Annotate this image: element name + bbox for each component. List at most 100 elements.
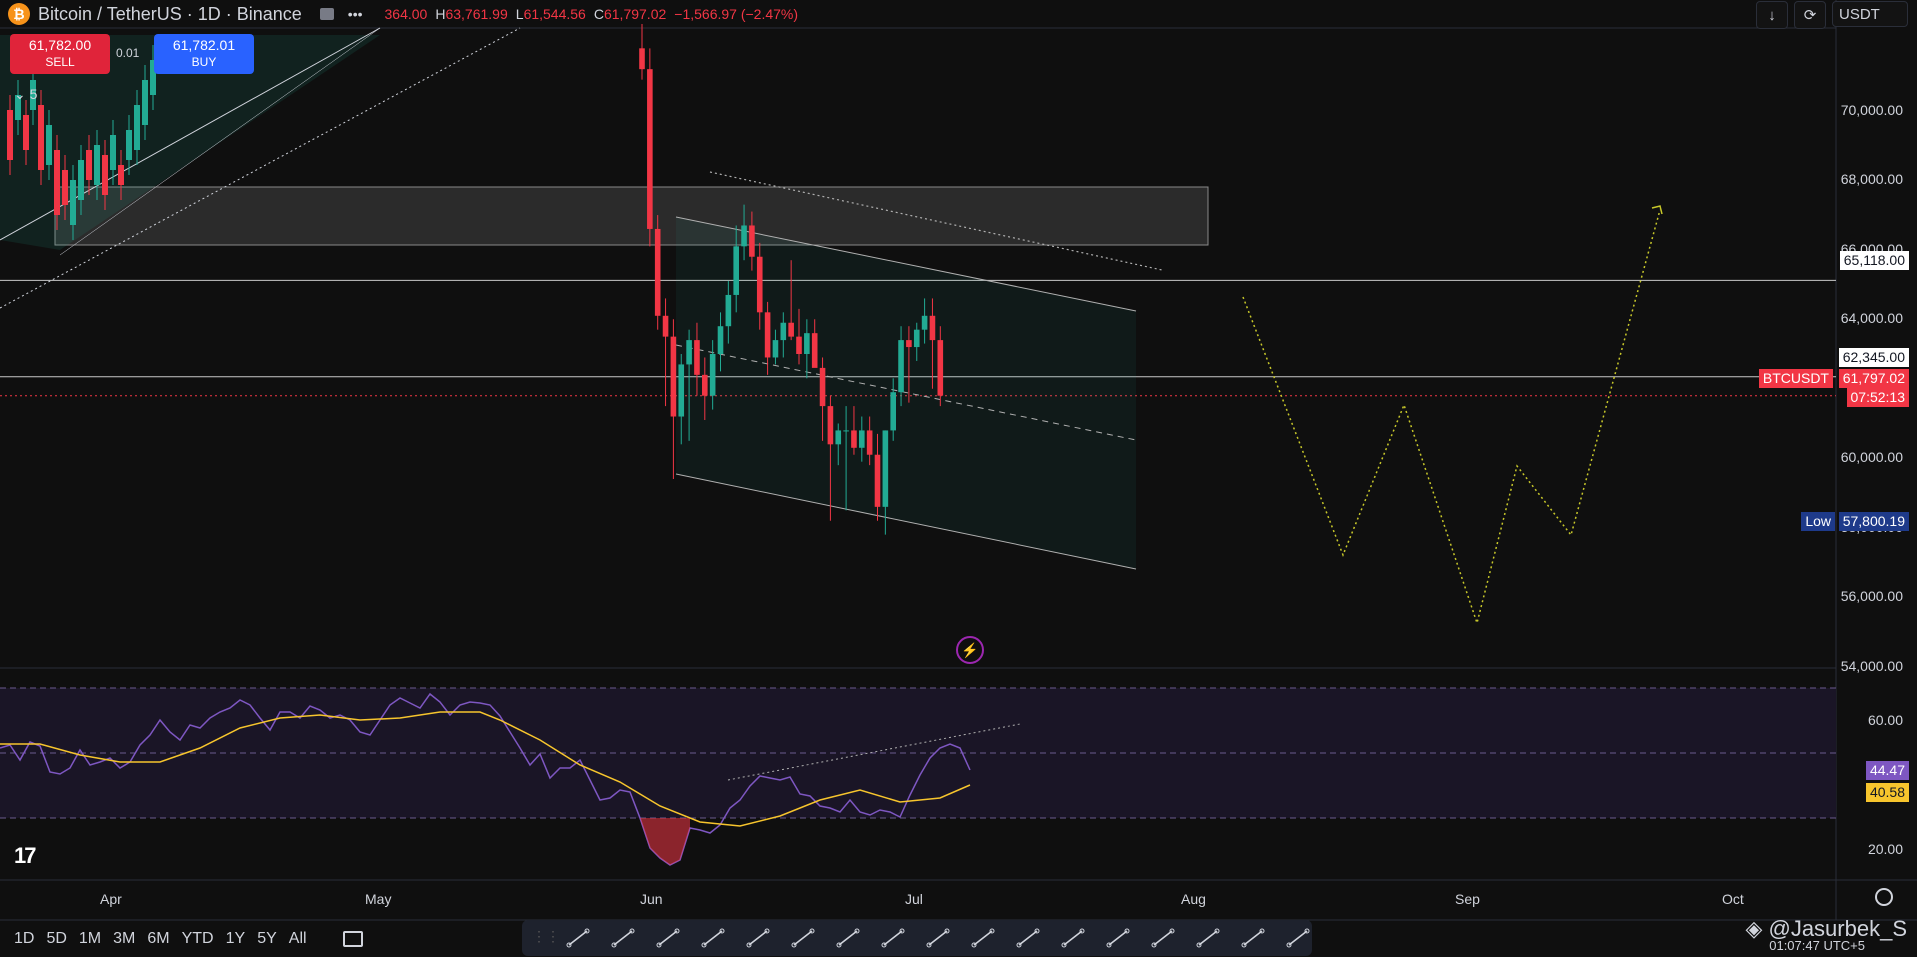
- candle-body: [23, 115, 29, 150]
- candle-body: [86, 150, 92, 180]
- candle-body: [118, 165, 124, 185]
- candle-body: [890, 392, 896, 431]
- ohlc-high: 63,761.99: [445, 6, 508, 22]
- time-tick-sep: Sep: [1455, 891, 1480, 907]
- candle-body: [898, 340, 904, 393]
- candle-body: [142, 80, 148, 125]
- horizontal-line-icon[interactable]: [701, 928, 725, 948]
- candle-body: [906, 340, 912, 348]
- candle-body: [804, 333, 810, 354]
- calendar-icon[interactable]: [342, 930, 363, 947]
- trendline-tool-icon[interactable]: [566, 928, 590, 948]
- short-position-icon[interactable]: [1061, 928, 1085, 948]
- rectangle-tool-icon[interactable]: [836, 928, 860, 948]
- ohlc-close-label: C: [593, 6, 604, 22]
- rsi-tick-20: 20.00: [1867, 841, 1903, 857]
- currency-selector[interactable]: USDT: [1832, 1, 1908, 27]
- candle-body: [866, 430, 873, 455]
- range-button-1d[interactable]: 1D: [8, 930, 40, 948]
- range-button-ytd[interactable]: YTD: [176, 930, 220, 948]
- download-icon[interactable]: ↓: [1756, 1, 1788, 29]
- ohlc-low: 61,544.56: [523, 6, 586, 22]
- eye-icon[interactable]: [319, 8, 334, 20]
- range-button-1m[interactable]: 1M: [73, 930, 107, 948]
- candle-body: [94, 145, 100, 185]
- volume-profile-icon[interactable]: [1241, 928, 1265, 948]
- candle-body: [827, 406, 834, 445]
- candle-body: [882, 430, 889, 507]
- lightning-icon[interactable]: ⚡: [956, 636, 984, 664]
- brush-tool-icon[interactable]: [791, 928, 815, 948]
- candle-body: [851, 430, 857, 448]
- bitcoin-icon: ₿: [8, 3, 30, 25]
- price-tag-62345: 62,345.00: [1838, 348, 1909, 367]
- fib-retracement-icon[interactable]: [926, 928, 950, 948]
- ohlc-high-label: H: [435, 6, 446, 22]
- candle-body: [788, 322, 794, 337]
- chart-header: ₿ Bitcoin / TetherUS · 1D · Binance ••• …: [0, 0, 1836, 28]
- candle-body: [70, 180, 76, 225]
- indicator-count: 5: [29, 86, 38, 102]
- range-button-6m[interactable]: 6M: [141, 930, 175, 948]
- candle-body: [110, 135, 116, 170]
- pitchfork-icon[interactable]: [1016, 928, 1040, 948]
- candle-body: [78, 160, 84, 200]
- candle-body: [7, 110, 13, 160]
- sell-price: 61,782.00: [28, 37, 92, 53]
- candle-body: [654, 228, 661, 316]
- price-tick: 64,000.00: [1840, 310, 1903, 327]
- path-tool-icon[interactable]: [881, 928, 905, 948]
- binance-icon: ◈: [1745, 916, 1763, 941]
- candle-body: [639, 48, 645, 70]
- more-icon[interactable]: •••: [348, 6, 363, 22]
- time-tick-apr: Apr: [100, 891, 122, 907]
- candle-body: [54, 150, 60, 215]
- candle-body: [647, 69, 653, 229]
- price-tick: 56,000.00: [1840, 588, 1903, 605]
- buy-label: BUY: [191, 55, 217, 69]
- rsi-ma-tag: 40.58: [1865, 783, 1909, 802]
- candle-body: [835, 430, 842, 445]
- chart-canvas[interactable]: [0, 0, 1917, 957]
- candle-body: [819, 367, 826, 407]
- range-button-5y[interactable]: 5Y: [251, 930, 283, 948]
- ray-tool-icon[interactable]: [611, 928, 635, 948]
- candle-body: [874, 454, 881, 507]
- currency-label: USDT: [1839, 5, 1880, 23]
- candle-body: [741, 225, 747, 247]
- projection-tool-icon[interactable]: [1196, 928, 1220, 948]
- parallel-channel-icon[interactable]: [656, 928, 680, 948]
- candle-body: [796, 336, 802, 354]
- elliott-wave-icon[interactable]: [1151, 928, 1175, 948]
- range-button-all[interactable]: All: [283, 930, 313, 948]
- xabcd-pattern-icon[interactable]: [1106, 928, 1130, 948]
- time-tick-jun: Jun: [640, 891, 663, 907]
- buy-button[interactable]: 61,782.01 BUY: [154, 34, 254, 74]
- candle-body: [694, 340, 700, 375]
- ohlc-change: −1,566.97 (−2.47%): [674, 6, 799, 22]
- candle-body: [929, 315, 936, 341]
- candle-body: [859, 430, 865, 448]
- drag-handle-icon[interactable]: ⋮⋮: [532, 928, 560, 945]
- candle-body: [937, 340, 944, 396]
- price-tick: 54,000.00: [1840, 657, 1903, 674]
- symbol-title[interactable]: Bitcoin / TetherUS · 1D · Binance: [38, 4, 302, 25]
- price-tag-65118: 65,118.00: [1839, 251, 1909, 270]
- measure-tool-icon[interactable]: [1286, 928, 1310, 948]
- candle-body: [702, 374, 708, 396]
- candle-body: [749, 225, 755, 257]
- range-button-5d[interactable]: 5D: [40, 930, 72, 948]
- sell-button[interactable]: 61,782.00 SELL: [10, 34, 110, 74]
- clock-time: 01:07:47 UTC+5: [1769, 938, 1865, 953]
- refresh-icon[interactable]: ⟳: [1794, 1, 1826, 29]
- spread-value: 0.01: [116, 46, 140, 60]
- candle-body: [811, 333, 818, 368]
- long-position-icon[interactable]: [971, 928, 995, 948]
- range-button-1y[interactable]: 1Y: [220, 930, 252, 948]
- collapse-toggle[interactable]: ⌄ 5: [14, 86, 37, 103]
- range-button-3m[interactable]: 3M: [107, 930, 141, 948]
- settings-icon[interactable]: [1875, 888, 1893, 906]
- price-tick: 60,000.00: [1840, 449, 1903, 466]
- range-buttons: 1D 5D 1M 3M 6M YTD 1Y 5Y All: [8, 930, 313, 948]
- horizontal-ray-icon[interactable]: [746, 928, 770, 948]
